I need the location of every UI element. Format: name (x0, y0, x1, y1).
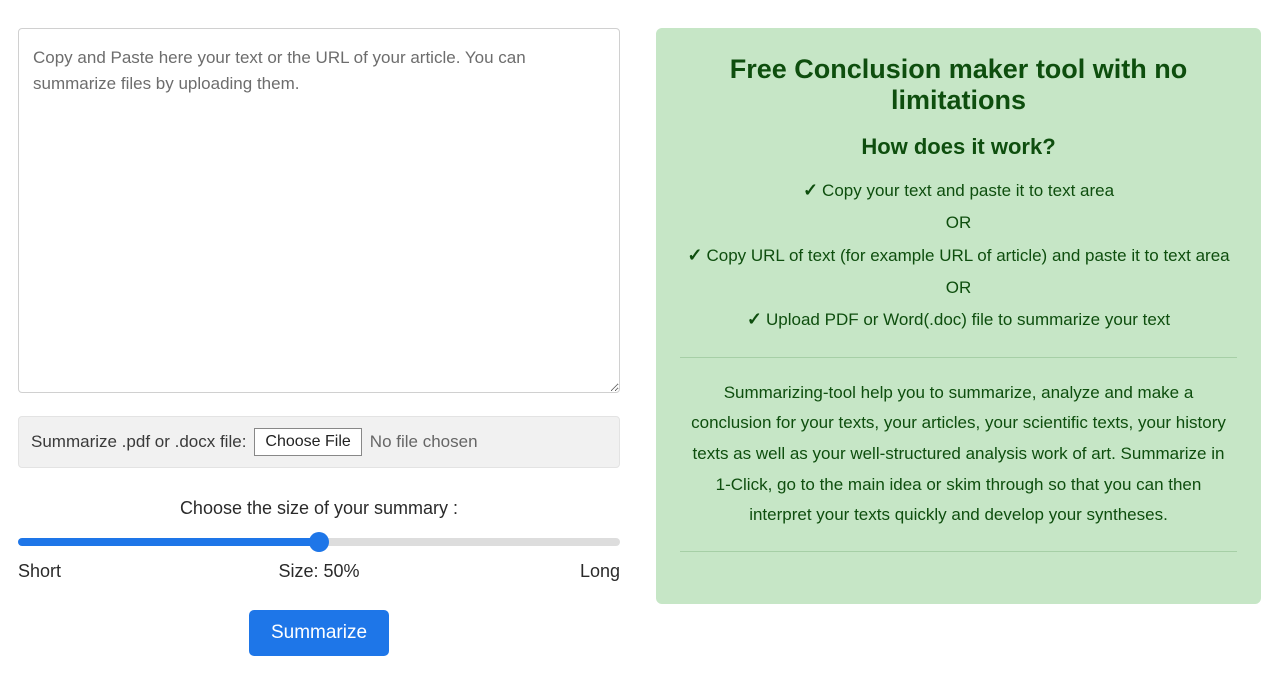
file-upload-bar: Summarize .pdf or .docx file: Choose Fil… (18, 416, 620, 468)
choose-file-button[interactable]: Choose File (254, 428, 361, 456)
slider-labels: Short Size: 50% Long (18, 561, 620, 582)
check-icon: ✓ (747, 303, 762, 336)
slider-short-label: Short (18, 561, 61, 582)
slider-long-label: Long (580, 561, 620, 582)
info-step-1: ✓Copy your text and paste it to text are… (680, 174, 1237, 207)
info-step-3: ✓Upload PDF or Word(.doc) file to summar… (680, 303, 1237, 336)
info-title: Free Conclusion maker tool with no limit… (680, 54, 1237, 116)
text-input[interactable] (18, 28, 620, 393)
info-or-1: OR (680, 207, 1237, 238)
right-panel: Free Conclusion maker tool with no limit… (656, 28, 1261, 656)
info-step-2-text: Copy URL of text (for example URL of art… (706, 246, 1229, 265)
file-status-text: No file chosen (370, 432, 478, 452)
summarize-button[interactable]: Summarize (249, 610, 389, 656)
slider-wrapper (18, 533, 620, 551)
file-upload-label: Summarize .pdf or .docx file: (31, 432, 246, 452)
info-or-2: OR (680, 272, 1237, 303)
info-description: Summarizing-tool help you to summarize, … (680, 378, 1237, 531)
size-slider[interactable] (18, 538, 620, 546)
info-step-2: ✓Copy URL of text (for example URL of ar… (680, 239, 1237, 272)
left-panel: Summarize .pdf or .docx file: Choose Fil… (18, 28, 620, 656)
info-subtitle: How does it work? (680, 134, 1237, 160)
info-box: Free Conclusion maker tool with no limit… (656, 28, 1261, 604)
info-steps-list: ✓Copy your text and paste it to text are… (680, 174, 1237, 337)
slider-section: Choose the size of your summary : Short … (18, 498, 620, 582)
check-icon: ✓ (803, 174, 818, 207)
info-step-3-text: Upload PDF or Word(.doc) file to summari… (766, 310, 1170, 329)
main-container: Summarize .pdf or .docx file: Choose Fil… (18, 28, 1261, 656)
info-step-1-text: Copy your text and paste it to text area (822, 181, 1114, 200)
slider-title: Choose the size of your summary : (18, 498, 620, 519)
info-divider (680, 357, 1237, 358)
slider-size-label: Size: 50% (278, 561, 359, 582)
check-icon: ✓ (687, 239, 702, 272)
info-divider-bottom (680, 551, 1237, 552)
